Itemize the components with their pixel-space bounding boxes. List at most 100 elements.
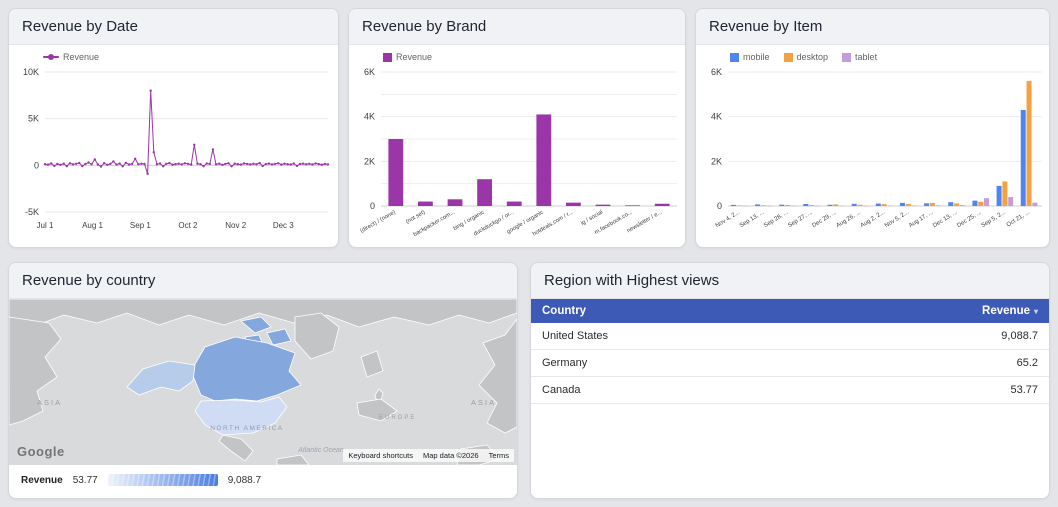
legend-label-tablet: tablet — [855, 52, 878, 62]
svg-text:Nov 2: Nov 2 — [225, 221, 246, 230]
legend-label-mobile: mobile — [743, 52, 770, 62]
table-row: Germany 65.2 — [531, 349, 1049, 377]
country-cell: United States — [531, 323, 806, 350]
card-revenue-by-brand: Revenue by Brand Revenue 0 2K 4K 6K (direct)… — [348, 8, 686, 248]
card-title-revenue-by-country: Revenue by country — [9, 263, 517, 299]
legend-label-desktop: desktop — [796, 52, 829, 62]
legend-revenue-by-brand: Revenue — [351, 45, 683, 64]
svg-text:(direct) / (none): (direct) / (none) — [359, 210, 396, 235]
map-legend-label: Revenue — [21, 474, 63, 486]
svg-text:0: 0 — [370, 201, 375, 211]
revenue-cell: 9,088.7 — [805, 323, 1049, 350]
svg-text:Aug 1: Aug 1 — [82, 221, 103, 230]
svg-text:5K: 5K — [28, 114, 39, 124]
svg-text:4K: 4K — [711, 112, 722, 122]
grouped-bar-chart-revenue-by-item[interactable]: 0 2K 4K 6K Nov 4, 2...Sep 13, ...Sep 28, ...… — [698, 64, 1048, 236]
table-header-row: Country Revenue ▾ — [531, 299, 1049, 323]
map-label-asia-left: ASIA — [37, 398, 62, 407]
svg-text:0: 0 — [34, 160, 39, 170]
legend-revenue-by-item: mobile desktop tablet — [698, 45, 1047, 64]
chart-body-brand: Revenue 0 2K 4K 6K (direct) / (none) (not set… — [349, 45, 685, 247]
table-row: Canada 53.77 — [531, 376, 1049, 404]
card-title-revenue-by-item: Revenue by Item — [696, 9, 1049, 45]
terms-link[interactable]: Terms — [489, 451, 509, 460]
map-label-asia-right: ASIA — [471, 398, 496, 407]
revenue-cell: 53.77 — [805, 376, 1049, 404]
svg-text:Sep 5, 2...: Sep 5, 2... — [980, 209, 1007, 229]
map-label-north-america: NORTH AMERICA — [210, 425, 284, 432]
svg-text:0: 0 — [717, 201, 722, 211]
legend-label: Revenue — [396, 52, 433, 62]
svg-text:Aug 2, 2...: Aug 2, 2... — [860, 209, 887, 229]
legend-square-tablet-icon — [842, 52, 852, 62]
legend-item-revenue: Revenue — [383, 52, 432, 62]
world-map[interactable]: ASIA ASIA NORTH AMERICA EUROPE Atlantic … — [9, 299, 517, 465]
svg-text:Sep 13, ...: Sep 13, ... — [739, 209, 766, 229]
chart-body-date: Revenue -5K 0 5K 10K Jul 1 Aug 1 Sep 1 Oct 2 Nov… — [9, 45, 338, 247]
svg-text:Oct 2: Oct 2 — [178, 221, 198, 230]
card-title-revenue-by-date: Revenue by Date — [9, 9, 338, 45]
card-revenue-by-country: Revenue by country ASIA ASIA NORTH AMERI… — [8, 262, 518, 499]
map-legend-max: 9,088.7 — [227, 474, 262, 486]
legend-square-icon — [383, 52, 392, 62]
top-row: Revenue by Date Revenue -5K 0 5K 10K Jul 1 Au… — [8, 8, 1050, 248]
legend-item-mobile: mobile — [730, 52, 770, 62]
column-header-revenue-label: Revenue — [982, 305, 1030, 317]
svg-text:Jul 1: Jul 1 — [37, 221, 54, 230]
svg-text:6K: 6K — [364, 67, 375, 77]
region-table: Country Revenue ▾ United States 9,088.7 Ger… — [531, 299, 1049, 404]
svg-text:Aug 17, ...: Aug 17, ... — [908, 209, 935, 229]
legend-revenue-by-date: Revenue — [11, 45, 336, 64]
map-data-copyright: Map data ©2026 — [423, 451, 479, 460]
table-row: United States 9,088.7 — [531, 323, 1049, 350]
revenue-cell: 65.2 — [805, 349, 1049, 377]
card-revenue-by-date: Revenue by Date Revenue -5K 0 5K 10K Jul 1 Au… — [8, 8, 339, 248]
svg-text:Aug 26, ...: Aug 26, ... — [836, 209, 863, 229]
google-logo: Google — [17, 444, 65, 459]
svg-text:Nov 4, 2...: Nov 4, 2... — [715, 209, 742, 229]
legend-item-desktop: desktop — [783, 52, 829, 62]
svg-text:2K: 2K — [364, 156, 375, 166]
svg-text:Dec 25, ...: Dec 25, ... — [956, 209, 983, 229]
legend-label: Revenue — [63, 52, 100, 62]
svg-text:ig / social: ig / social — [580, 210, 604, 227]
chart-body-item: mobile desktop tablet 0 2K 4K 6K Nov 4, 2...… — [696, 45, 1049, 247]
svg-text:-5K: -5K — [25, 207, 39, 217]
geo-map[interactable]: ASIA ASIA NORTH AMERICA EUROPE Atlantic … — [9, 299, 517, 465]
svg-text:Dec 13, ...: Dec 13, ... — [932, 209, 959, 229]
legend-item-revenue: Revenue — [43, 52, 99, 62]
svg-text:Dec 29, ...: Dec 29, ... — [811, 209, 838, 229]
svg-text:4K: 4K — [364, 112, 375, 122]
map-attribution: Keyboard shortcuts Map data ©2026 Terms — [343, 449, 514, 462]
legend-item-tablet: tablet — [842, 52, 877, 62]
svg-text:6K: 6K — [711, 67, 722, 77]
svg-text:Sep 28, ...: Sep 28, ... — [763, 209, 790, 229]
legend-square-desktop-icon — [783, 52, 793, 62]
card-revenue-by-item: Revenue by Item mobile desktop tablet 0 … — [695, 8, 1050, 248]
map-legend-min: 53.77 — [72, 474, 98, 486]
column-header-revenue[interactable]: Revenue ▾ — [805, 299, 1049, 323]
card-title-revenue-by-brand: Revenue by Brand — [349, 9, 685, 45]
map-label-europe: EUROPE — [379, 415, 416, 421]
svg-text:Sep 1: Sep 1 — [130, 221, 151, 230]
line-chart-revenue-by-date[interactable]: -5K 0 5K 10K Jul 1 Aug 1 Sep 1 Oct 2 Nov 2 Dec 3 — [11, 64, 338, 236]
card-title-region-highest-views: Region with Highest views — [531, 263, 1049, 299]
column-header-country[interactable]: Country — [531, 299, 806, 323]
bar-chart-revenue-by-brand[interactable]: 02K4K6K(direct) / (none) (not set)backpac… — [351, 64, 685, 236]
card-region-highest-views: Region with Highest views Country Revenu… — [530, 262, 1050, 499]
table-body: United States 9,088.7 Germany 65.2 Canada 53.… — [531, 323, 1049, 404]
svg-text:Sep 27, ...: Sep 27, ... — [787, 209, 814, 229]
sort-descending-icon: ▾ — [1033, 307, 1038, 316]
svg-text:Nov 5, 2...: Nov 5, 2... — [884, 209, 911, 229]
legend-line-marker-icon — [43, 54, 59, 60]
svg-text:10K: 10K — [23, 67, 39, 77]
svg-text:Dec 3: Dec 3 — [273, 221, 294, 230]
svg-text:2K: 2K — [711, 156, 722, 166]
svg-text:(not set): (not set) — [405, 210, 426, 226]
map-color-legend: Revenue 53.77 9,088.7 — [9, 465, 517, 495]
svg-text:Oct 21, ...: Oct 21, ... — [1006, 209, 1032, 228]
keyboard-shortcuts-link[interactable]: Keyboard shortcuts — [348, 451, 413, 460]
map-legend-gradient-bar — [107, 474, 218, 486]
bottom-row: Revenue by country ASIA ASIA NORTH AMERI… — [8, 262, 1050, 499]
country-cell: Germany — [531, 349, 806, 377]
